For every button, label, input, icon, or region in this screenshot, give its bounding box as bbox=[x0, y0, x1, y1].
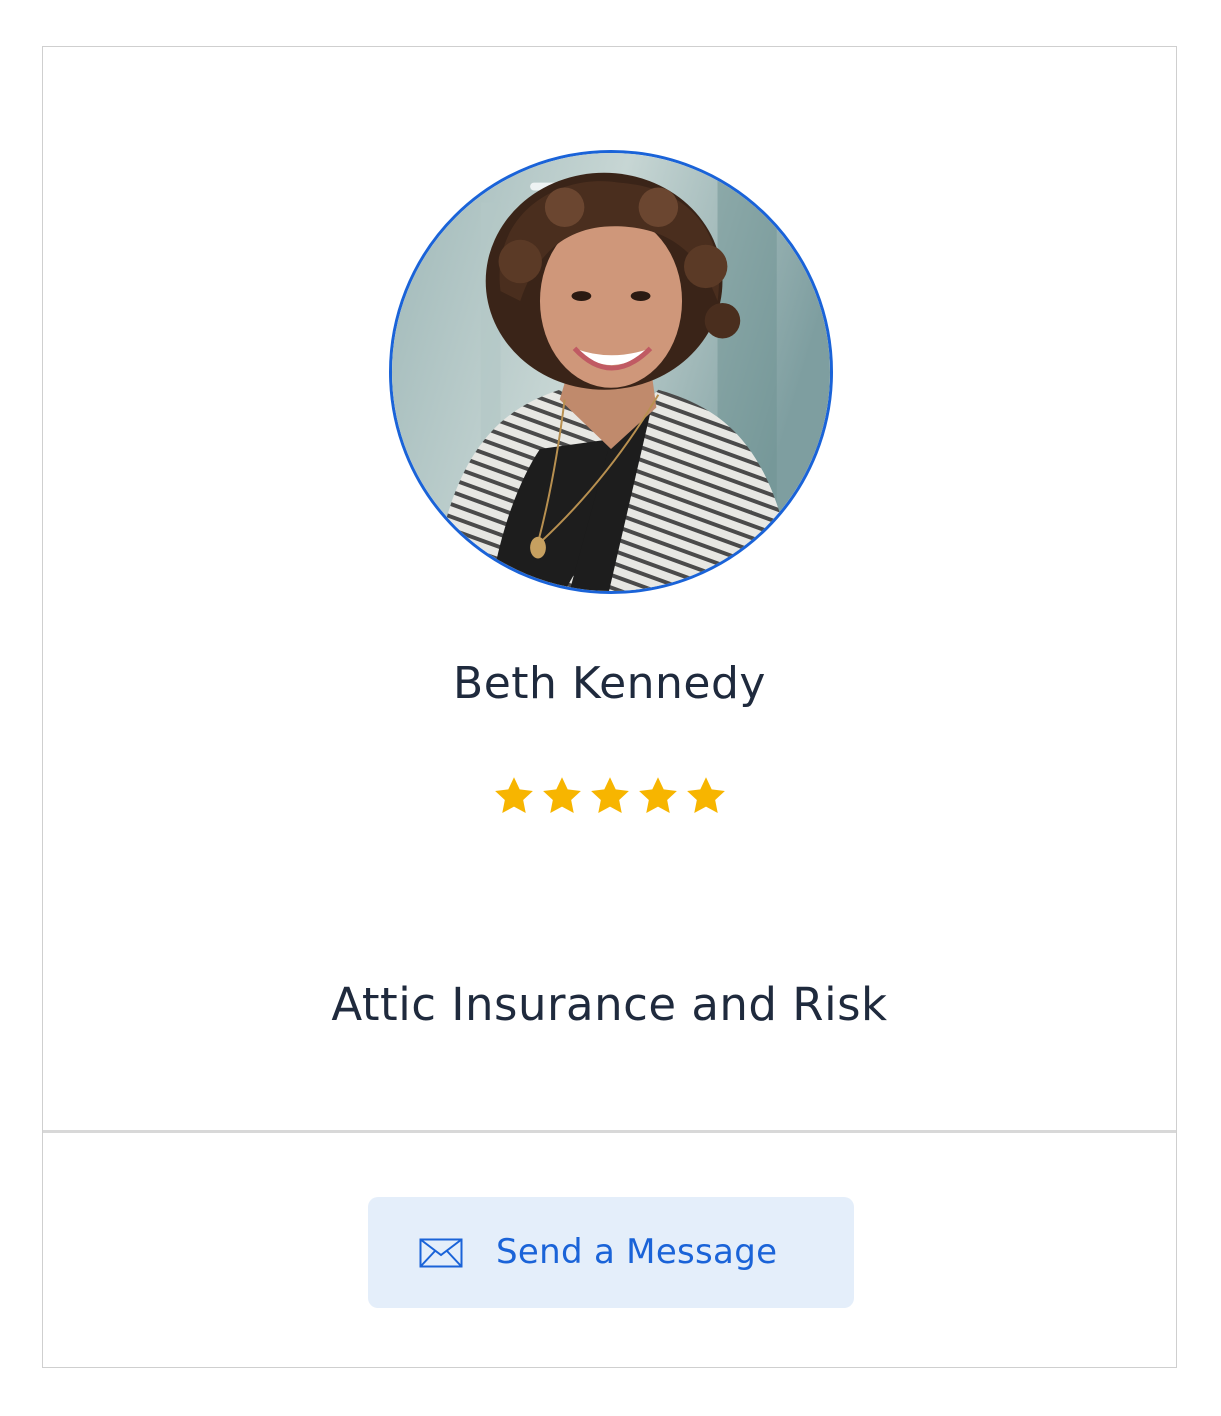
star-icon bbox=[540, 774, 584, 818]
star-icon bbox=[492, 774, 536, 818]
avatar-photo bbox=[392, 153, 830, 591]
card-divider bbox=[43, 1130, 1176, 1133]
mail-icon bbox=[419, 1238, 463, 1268]
avatar bbox=[389, 150, 833, 594]
agent-name: Beth Kennedy bbox=[453, 658, 766, 709]
star-rating bbox=[43, 774, 1176, 820]
agent-card: Beth Kennedy Attic Insurance and Risk Se… bbox=[42, 46, 1177, 1368]
star-icon bbox=[684, 774, 728, 818]
send-message-label: Send a Message bbox=[496, 1232, 778, 1272]
send-message-button[interactable]: Send a Message bbox=[368, 1197, 854, 1308]
agent-company: Attic Insurance and Risk bbox=[331, 978, 888, 1031]
star-icon bbox=[636, 774, 680, 818]
agent-card-body: Beth Kennedy Attic Insurance and Risk bbox=[43, 47, 1176, 1130]
star-icon bbox=[588, 774, 632, 818]
